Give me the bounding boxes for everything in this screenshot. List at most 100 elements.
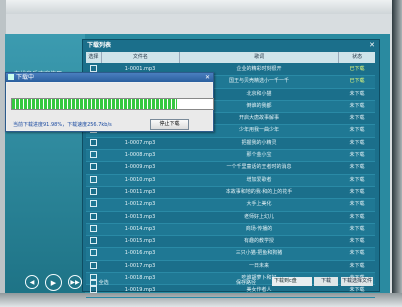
row-lyric: 老师好上幻儿 bbox=[243, 213, 274, 220]
progress-dialog-body: 当前下载进度91.98%，下载速度256.7kb/s 停止下载 bbox=[7, 83, 214, 130]
select-all-label: 全选 bbox=[98, 280, 109, 286]
row-checkbox[interactable] bbox=[86, 150, 101, 161]
close-icon[interactable]: ✕ bbox=[205, 73, 210, 82]
row-lyric: 商场·传播的 bbox=[245, 225, 273, 232]
row-checkbox[interactable] bbox=[86, 224, 101, 235]
row-filename: 1-0007.mp3 bbox=[124, 139, 156, 146]
row-status: 已下载 bbox=[349, 66, 365, 72]
table-row[interactable]: 1-0016.mp3 三只小猫·把鱼和狗猪 未下载 bbox=[86, 248, 375, 261]
checkbox-icon bbox=[90, 279, 97, 286]
checkbox-icon bbox=[90, 163, 97, 171]
table-row[interactable]: 1-0007.mp3 把握我的小精灵 未下载 bbox=[86, 138, 375, 151]
column-header-lyric: 歌词 bbox=[180, 52, 340, 63]
row-status: 未下载 bbox=[349, 213, 365, 220]
row-status: 未下载 bbox=[349, 262, 365, 269]
row-status: 未下载 bbox=[349, 164, 365, 171]
row-status: 未下载 bbox=[349, 152, 365, 159]
row-filename: 1-0012.mp3 bbox=[124, 201, 156, 208]
row-checkbox[interactable] bbox=[86, 187, 101, 198]
checkbox-icon bbox=[90, 151, 97, 159]
checkbox-icon bbox=[90, 187, 97, 195]
checkbox-icon bbox=[90, 237, 97, 245]
row-filename: 1-0010.mp3 bbox=[124, 176, 156, 183]
row-checkbox[interactable] bbox=[86, 175, 101, 186]
play-icon[interactable]: ▶ bbox=[45, 274, 62, 291]
progress-bar bbox=[11, 98, 214, 110]
row-lyric: 一个千里童话的王者时的消息 bbox=[226, 164, 292, 171]
row-filename: 1-0016.mp3 bbox=[124, 250, 156, 257]
table-row[interactable]: 1-0010.mp3 增加爱歌者 未下载 bbox=[86, 174, 375, 187]
close-icon[interactable]: ✕ bbox=[369, 40, 375, 51]
row-filename: 1-0011.mp3 bbox=[124, 188, 156, 195]
download-list-footer: 全选 保存路径 下载到c盘 下载 下载选择文件 bbox=[86, 276, 375, 288]
download-button[interactable]: 下载 bbox=[314, 277, 338, 286]
table-row[interactable]: 1-0012.mp3 大手上美化 未下载 bbox=[86, 199, 375, 212]
next-icon[interactable]: ▶▶ bbox=[68, 275, 82, 289]
row-lyric: 增加爱歌者 bbox=[246, 176, 272, 183]
row-filename: 1-0009.mp3 bbox=[124, 164, 156, 171]
column-header-status: 状态 bbox=[352, 54, 363, 60]
checkbox-icon bbox=[90, 138, 97, 146]
table-row[interactable]: 1-0017.mp3 一日未来 未下载 bbox=[86, 261, 375, 274]
row-status: 未下载 bbox=[349, 102, 365, 109]
row-checkbox[interactable] bbox=[86, 199, 101, 210]
row-checkbox[interactable] bbox=[86, 162, 101, 173]
row-lyric: 有趣的教学授 bbox=[243, 238, 274, 245]
table-header: 选择 文件名 歌词 状态 bbox=[86, 52, 375, 63]
progress-dialog: 下载中 ✕ 当前下载进度91.98%，下载速度256.7kb/s 停止下载 bbox=[5, 72, 214, 132]
checkbox-icon bbox=[90, 65, 97, 72]
row-status: 已下载 bbox=[349, 78, 365, 85]
checkbox-icon bbox=[90, 212, 97, 220]
previous-icon[interactable]: ◀ bbox=[25, 275, 39, 289]
row-status: 未下载 bbox=[349, 90, 365, 97]
path-label: 保存路径 bbox=[236, 280, 257, 286]
stop-download-button[interactable]: 停止下载 bbox=[150, 119, 189, 130]
checkbox-icon bbox=[90, 261, 97, 269]
checkbox-icon bbox=[90, 249, 97, 257]
row-lyric: 本故事和地的我·和的上的花手 bbox=[225, 188, 293, 195]
row-checkbox[interactable] bbox=[86, 138, 101, 149]
row-checkbox[interactable] bbox=[86, 236, 101, 247]
player-controls: ◀ ▶ ▶▶ bbox=[25, 274, 82, 291]
row-status: 未下载 bbox=[349, 188, 365, 195]
row-status: 未下载 bbox=[349, 139, 365, 146]
monitor-bezel-right bbox=[392, 0, 402, 307]
row-filename: 1-0008.mp3 bbox=[124, 152, 156, 159]
progress-dialog-title: 下载中 bbox=[16, 74, 35, 81]
download-list-title: 下载列表 bbox=[87, 42, 112, 49]
table-row[interactable]: 1-0009.mp3 一个千里童话的王者时的消息 未下载 bbox=[86, 162, 375, 175]
row-filename: 1-0017.mp3 bbox=[124, 262, 156, 269]
table-row[interactable]: 1-0015.mp3 有趣的教学授 未下载 bbox=[86, 236, 375, 249]
row-checkbox[interactable] bbox=[86, 212, 101, 223]
progress-bar-fill bbox=[12, 99, 177, 109]
row-checkbox[interactable] bbox=[86, 248, 101, 259]
row-status: 未下载 bbox=[349, 225, 365, 232]
download-icon bbox=[8, 74, 14, 80]
column-header-select: 选择 bbox=[86, 52, 102, 63]
table-row[interactable]: 1-0008.mp3 那个金小宝 未下载 bbox=[86, 150, 375, 163]
row-checkbox[interactable] bbox=[86, 261, 101, 272]
row-lyric: 那个金小宝 bbox=[246, 152, 272, 159]
progress-dialog-titlebar: 下载中 ✕ bbox=[6, 73, 213, 82]
table-row[interactable]: 1-0013.mp3 老师好上幻儿 未下载 bbox=[86, 212, 375, 224]
checkbox-icon bbox=[90, 200, 97, 208]
row-lyric: 三只小猫·把鱼和狗猪 bbox=[235, 250, 283, 257]
row-status: 未下载 bbox=[349, 250, 365, 257]
row-filename: 1-0015.mp3 bbox=[124, 238, 156, 245]
progress-status: 当前下载进度91.98%，下载速度256.7kb/s bbox=[13, 122, 112, 128]
monitor-bezel-top bbox=[0, 0, 402, 14]
row-lyric: 把握我的小精灵 bbox=[241, 139, 277, 146]
row-lyric: 大手上美化 bbox=[246, 201, 272, 208]
row-filename: 1-0014.mp3 bbox=[124, 225, 156, 232]
checkbox-icon bbox=[90, 224, 97, 232]
row-status: 未下载 bbox=[349, 115, 365, 122]
path-select[interactable]: 下载到c盘 bbox=[272, 277, 312, 286]
row-status: 未下载 bbox=[349, 238, 365, 245]
row-status: 未下载 bbox=[349, 201, 365, 208]
download-selected-button[interactable]: 下载选择文件 bbox=[341, 277, 373, 286]
row-status: 未下载 bbox=[349, 176, 365, 183]
table-row[interactable]: 1-0014.mp3 商场·传播的 未下载 bbox=[86, 223, 375, 237]
table-row[interactable]: 1-0011.mp3 本故事和地的我·和的上的花手 未下载 bbox=[86, 187, 375, 200]
row-filename: 1-0013.mp3 bbox=[124, 213, 156, 220]
select-all-checkbox[interactable]: 全选 bbox=[90, 279, 109, 286]
